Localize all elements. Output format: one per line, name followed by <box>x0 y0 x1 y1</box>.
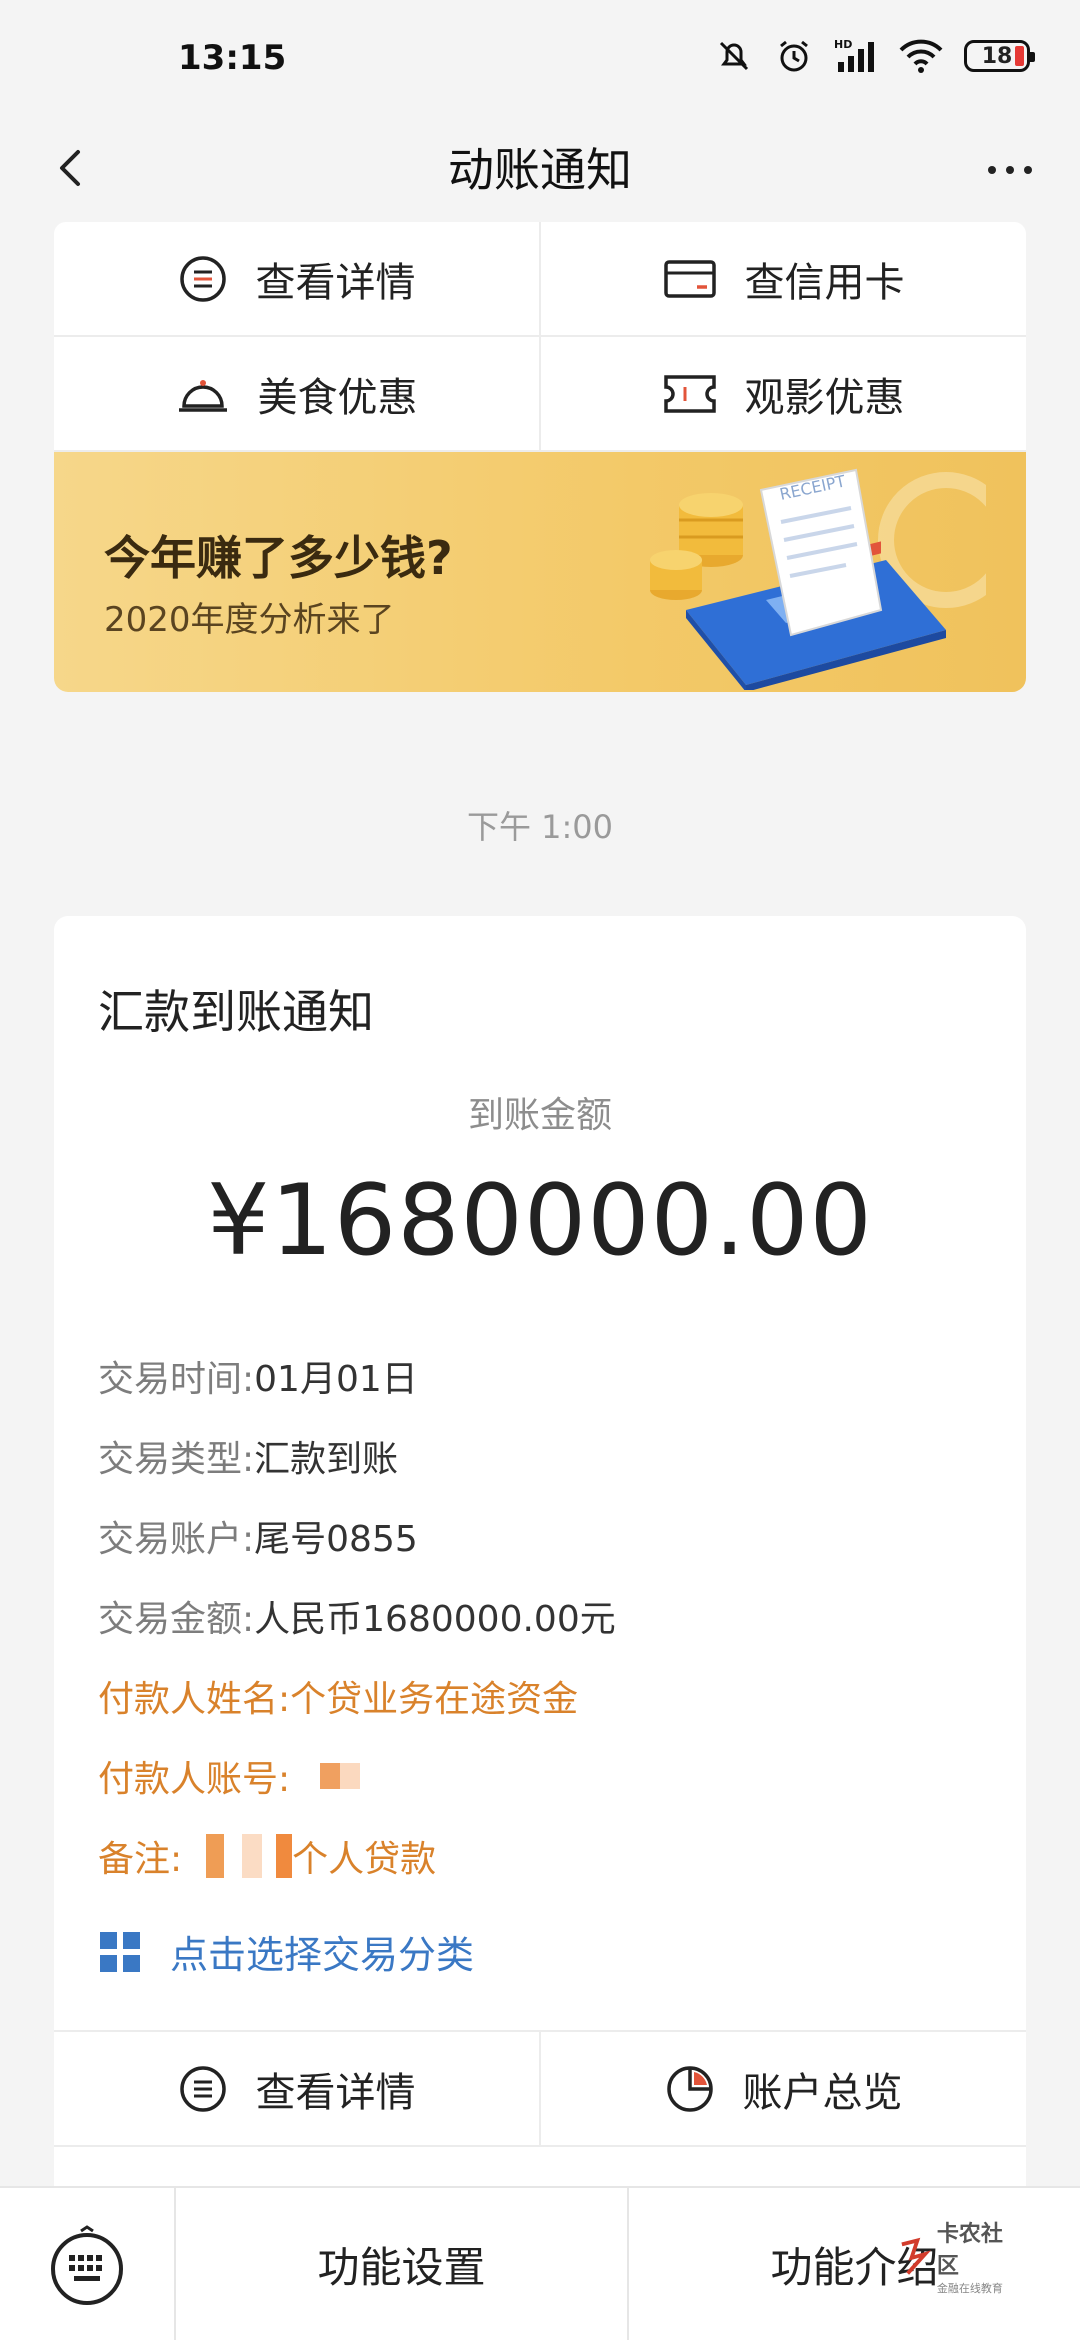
status-icons: HD 18 <box>714 36 1035 76</box>
menu-view-details-bottom[interactable]: 查看详情 <box>54 2032 539 2145</box>
watermark-main: 卡农社区 <box>936 2222 1003 2279</box>
svg-text:HD: HD <box>834 38 852 51</box>
detail-key: 备注: <box>98 1839 183 1880</box>
banner-subtitle: 2020年度分析来了 <box>104 600 395 640</box>
banner-title: 今年赚了多少钱? <box>104 531 453 585</box>
menu-view-details-bottom-label: 查看详情 <box>255 2069 416 2116</box>
detail-value: 尾号0855 <box>254 1519 418 1560</box>
amount-value: ¥1680000.00 <box>207 1164 873 1278</box>
detail-row-payer-account: 付款人账号: <box>98 1736 978 1816</box>
more-options-icon[interactable] <box>980 140 1040 200</box>
keyboard-toggle[interactable] <box>0 2188 176 2340</box>
redacted-account-mosaic <box>340 1763 361 1789</box>
watermark-logo-icon <box>901 2237 931 2275</box>
menu-movie-deals[interactable]: 观影优惠 <box>539 337 1026 450</box>
menu-food-deals[interactable]: 美食优惠 <box>54 337 539 450</box>
status-bar: 13:15 HD 18 <box>0 0 1080 120</box>
mute-bell-icon <box>719 41 749 71</box>
menu-credit-card[interactable]: 查信用卡 <box>539 222 1026 335</box>
alarm-icon <box>780 40 808 72</box>
detail-row-account: 交易账户: 尾号0855 <box>98 1496 978 1576</box>
annual-analysis-banner[interactable]: 今年赚了多少钱? 2020年度分析来了 RECEIPT <box>54 452 1026 692</box>
card-icon <box>663 259 716 298</box>
menu-food-deals-label: 美食优惠 <box>257 374 418 421</box>
detail-value: 个贷业务在途资金 <box>290 1679 579 1720</box>
food-cloche-icon <box>178 379 227 412</box>
nav-bar: 动账通知 <box>0 120 1080 220</box>
select-category-link[interactable]: 点击选择交易分类 <box>98 1924 474 1979</box>
wifi-icon <box>899 39 943 73</box>
detail-row-remark: 备注: 个人贷款 <box>98 1816 978 1896</box>
watermark: 卡农社区 金融在线教育 <box>898 2222 1022 2295</box>
select-category-label: 点击选择交易分类 <box>170 1933 475 1977</box>
signal-hd-icon: HD <box>834 38 874 72</box>
detail-key: 付款人姓名: <box>98 1679 291 1720</box>
detail-key: 交易类型: <box>98 1439 255 1480</box>
ticket-icon <box>663 374 716 413</box>
function-settings-button[interactable]: 功能设置 <box>176 2188 627 2340</box>
page-title: 动账通知 <box>448 143 632 197</box>
redacted-remark-mosaic <box>206 1834 225 1878</box>
transaction-details: 交易时间: 01月01日 交易类型: 汇款到账 交易账户: 尾号0855 交易金… <box>98 1336 978 1896</box>
menu-credit-card-label: 查信用卡 <box>744 259 905 306</box>
redacted-remark-mosaic <box>276 1834 293 1878</box>
calculator-receipt-illustration: RECEIPT <box>650 468 986 690</box>
pie-chart-icon <box>666 2065 713 2112</box>
status-time: 13:15 <box>178 38 287 78</box>
detail-row-amount: 交易金额: 人民币1680000.00元 <box>98 1576 978 1656</box>
notification-title: 汇款到账通知 <box>98 985 374 1039</box>
detail-row-payer-name: 付款人姓名: 个贷业务在途资金 <box>98 1656 978 1736</box>
menu-view-details[interactable]: 查看详情 <box>54 222 539 335</box>
menu-movie-deals-label: 观影优惠 <box>744 374 905 421</box>
battery-level: 18 <box>981 43 1013 69</box>
detail-key: 交易金额: <box>98 1599 255 1640</box>
detail-value: 汇款到账 <box>254 1439 399 1480</box>
grid-icon <box>100 1931 140 1972</box>
detail-value: 人民币1680000.00元 <box>254 1599 616 1640</box>
detail-row-time: 交易时间: 01月01日 <box>98 1336 978 1416</box>
transfer-notification-card: 汇款到账通知 到账金额 ¥1680000.00 交易时间: 01月01日 交易类… <box>54 916 1026 2216</box>
amount-label: 到账金额 <box>467 1095 612 1136</box>
battery-icon: 18 <box>964 40 1035 72</box>
menu-account-overview[interactable]: 账户总览 <box>539 2032 1026 2145</box>
list-circle-icon <box>179 2065 226 2112</box>
detail-key: 付款人账号: <box>98 1759 291 1800</box>
list-circle-icon <box>179 255 226 302</box>
redacted-account-mosaic <box>320 1763 341 1789</box>
detail-key: 交易账户: <box>98 1519 255 1560</box>
detail-key: 交易时间: <box>98 1359 255 1400</box>
detail-value: 个人贷款 <box>292 1839 437 1880</box>
keyboard-icon <box>51 2225 123 2305</box>
message-timestamp: 下午 1:00 <box>466 808 614 846</box>
menu-view-details-label: 查看详情 <box>255 259 416 306</box>
detail-value: 01月01日 <box>254 1359 418 1400</box>
watermark-sub: 金融在线教育 <box>936 2282 1003 2295</box>
menu-account-overview-label: 账户总览 <box>742 2069 903 2116</box>
redacted-remark-mosaic <box>242 1834 263 1878</box>
detail-row-type: 交易类型: 汇款到账 <box>98 1416 978 1496</box>
top-menu-grid: 查看详情 查信用卡 美食优惠 观影优惠 <box>54 222 1026 452</box>
